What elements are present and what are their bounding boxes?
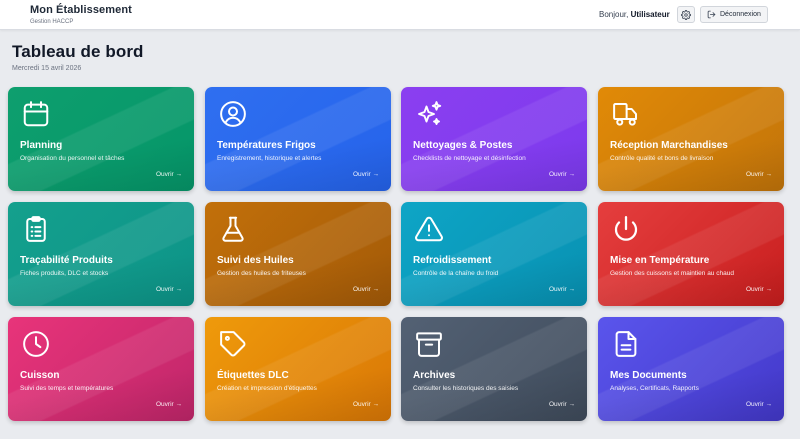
sparkles-icon — [414, 99, 444, 129]
user-circle-icon — [218, 99, 248, 129]
warning-triangle-icon — [414, 214, 444, 244]
card-suivi-des-huiles[interactable]: Suivi des Huiles Gestion des huiles de f… — [205, 202, 391, 306]
card-title: Mes Documents — [610, 370, 687, 381]
archive-box-icon — [414, 329, 444, 359]
card-cuisson[interactable]: Cuisson Suivi des temps et températures … — [8, 317, 194, 421]
card-description: Gestion des cuissons et maintien au chau… — [610, 270, 734, 277]
card-open-link[interactable]: Ouvrir → — [746, 400, 772, 409]
card-title: Suivi des Huiles — [217, 255, 294, 266]
clipboard-list-icon — [21, 214, 51, 244]
document-icon — [611, 329, 641, 359]
card-title: Archives — [413, 370, 456, 381]
card-title: Traçabilité Produits — [20, 255, 113, 266]
card-title: Températures Frigos — [217, 140, 316, 151]
card-title: Mise en Température — [610, 255, 710, 266]
card-description: Consulter les historiques des saisies — [413, 385, 519, 392]
card-open-link[interactable]: Ouvrir → — [549, 400, 575, 409]
greeting: Bonjour, Utilisateur — [599, 9, 670, 20]
card-planning[interactable]: Planning Organisation du personnel et tâ… — [8, 87, 194, 191]
card-open-link[interactable]: Ouvrir → — [353, 285, 379, 294]
card-open-link[interactable]: Ouvrir → — [156, 285, 182, 294]
card-description: Suivi des temps et températures — [20, 385, 114, 392]
card-etiquettes-dlc[interactable]: Étiquettes DLC Création et impression d'… — [205, 317, 391, 421]
settings-button[interactable] — [677, 6, 695, 23]
card-description: Contrôle de la chaîne du froid — [413, 270, 499, 277]
card-description: Gestion des huiles de friteuses — [217, 270, 306, 277]
card-open-link[interactable]: Ouvrir → — [746, 170, 772, 179]
card-title: Nettoyages & Postes — [413, 140, 513, 151]
top-bar: Mon Établissement Gestion HACCP Bonjour,… — [0, 0, 800, 30]
page-date: Mercredi 15 avril 2026 — [12, 65, 82, 72]
card-description: Organisation du personnel et tâches — [20, 155, 125, 162]
card-title: Étiquettes DLC — [217, 370, 289, 381]
card-open-link[interactable]: Ouvrir → — [353, 170, 379, 179]
card-open-link[interactable]: Ouvrir → — [746, 285, 772, 294]
card-nettoyages-postes[interactable]: Nettoyages & Postes Checklists de nettoy… — [401, 87, 587, 191]
card-open-link[interactable]: Ouvrir → — [549, 285, 575, 294]
card-archives[interactable]: Archives Consulter les historiques des s… — [401, 317, 587, 421]
gear-icon — [681, 9, 691, 20]
card-open-link[interactable]: Ouvrir → — [353, 400, 379, 409]
card-mise-en-temperature[interactable]: Mise en Température Gestion des cuissons… — [598, 202, 784, 306]
card-description: Enregistrement, historique et alertes — [217, 155, 322, 162]
card-title: Planning — [20, 140, 63, 151]
card-reception-marchandises[interactable]: Réception Marchandises Contrôle qualité … — [598, 87, 784, 191]
clock-icon — [21, 329, 51, 359]
truck-icon — [611, 99, 641, 129]
logout-button[interactable]: Déconnexion — [700, 6, 768, 23]
user-name: Utilisateur — [630, 10, 670, 19]
card-mes-documents[interactable]: Mes Documents Analyses, Certificats, Rap… — [598, 317, 784, 421]
card-title: Refroidissement — [413, 255, 492, 266]
brand-subtitle: Gestion HACCP — [30, 19, 74, 25]
card-description: Checklists de nettoyage et désinfection — [413, 155, 526, 162]
logout-label: Déconnexion — [720, 11, 761, 18]
card-open-link[interactable]: Ouvrir → — [156, 400, 182, 409]
card-description: Création et impression d'étiquettes — [217, 385, 317, 392]
card-tracabilite-produits[interactable]: Traçabilité Produits Fiches produits, DL… — [8, 202, 194, 306]
card-title: Cuisson — [20, 370, 60, 381]
card-description: Analyses, Certificats, Rapports — [610, 385, 699, 392]
brand-title: Mon Établissement — [30, 4, 132, 16]
tag-icon — [218, 329, 248, 359]
card-open-link[interactable]: Ouvrir → — [549, 170, 575, 179]
card-temperatures-frigos[interactable]: Températures Frigos Enregistrement, hist… — [205, 87, 391, 191]
card-open-link[interactable]: Ouvrir → — [156, 170, 182, 179]
greeting-prefix: Bonjour, — [599, 10, 629, 19]
logout-icon — [707, 10, 716, 19]
brand[interactable]: Mon Établissement Gestion HACCP — [30, 4, 132, 26]
card-title: Réception Marchandises — [610, 140, 728, 151]
card-refroidissement[interactable]: Refroidissement Contrôle de la chaîne du… — [401, 202, 587, 306]
card-description: Fiches produits, DLC et stocks — [20, 270, 109, 277]
page-title: Tableau de bord — [12, 42, 144, 61]
card-description: Contrôle qualité et bons de livraison — [610, 155, 714, 162]
power-icon — [611, 214, 641, 244]
flask-icon — [218, 214, 248, 244]
calendar-icon — [21, 99, 51, 129]
